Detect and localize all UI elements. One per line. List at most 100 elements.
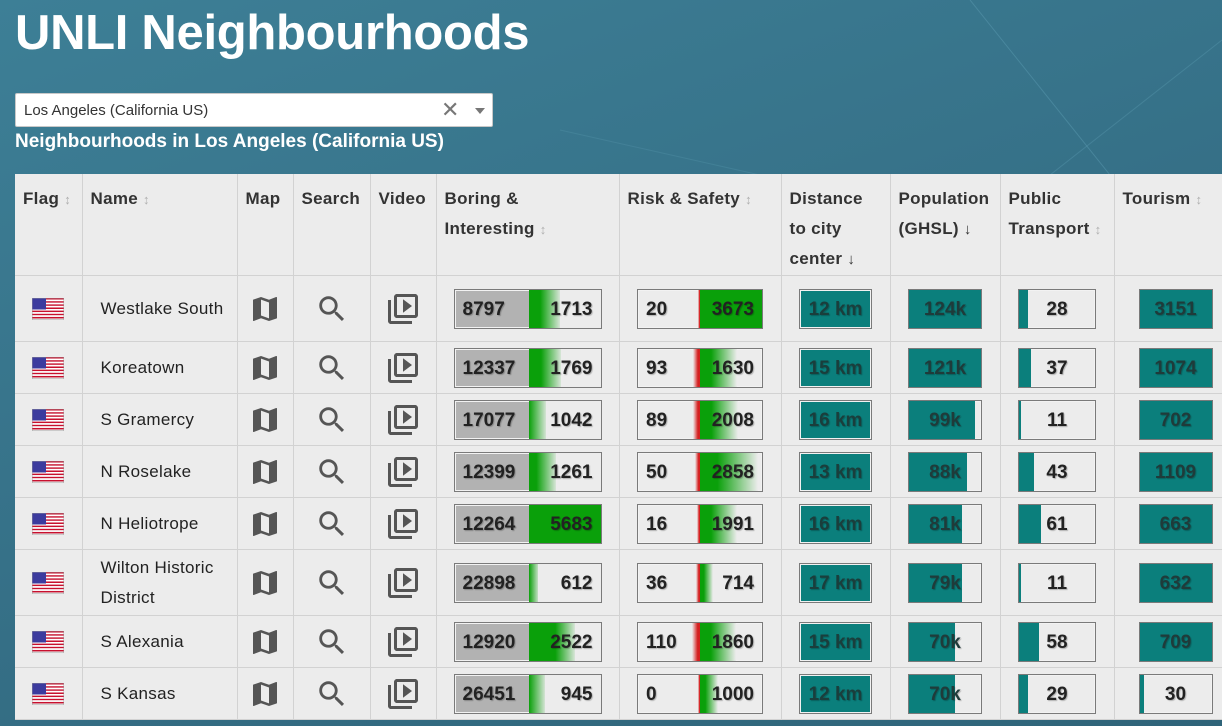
map-cell[interactable]	[237, 549, 294, 616]
table-row[interactable]: Wilton Historic District 22898 612 36 714 17 …	[15, 549, 1222, 616]
map-icon[interactable]	[249, 678, 281, 710]
map-icon[interactable]	[249, 508, 281, 540]
search-cell[interactable]	[293, 615, 371, 668]
column-header[interactable]: Search	[293, 174, 371, 276]
table-row[interactable]: N Roselake 12399 1261 50 2858 13 km 88k 43 1109	[15, 445, 1222, 498]
transport-cell: 43	[1000, 445, 1115, 498]
safety-value: 714	[722, 572, 754, 594]
map-icon[interactable]	[249, 567, 281, 599]
transport-value: 37	[1046, 357, 1068, 379]
table-row[interactable]: S Alexania 12920 2522 110 1860 15 km 70k 58 709	[15, 615, 1222, 668]
video-cell[interactable]	[370, 445, 437, 498]
column-header[interactable]: Population (GHSL) ↓	[890, 174, 1001, 276]
sort-icon[interactable]: ↕	[64, 192, 71, 207]
search-icon[interactable]	[315, 677, 349, 711]
column-header[interactable]: Distance to city center ↓	[781, 174, 891, 276]
search-icon[interactable]	[315, 351, 349, 385]
search-cell[interactable]	[293, 549, 371, 616]
risk-safety-bar: 50 2858	[637, 451, 763, 492]
map-cell[interactable]	[237, 497, 294, 550]
video-cell[interactable]	[370, 497, 437, 550]
video-library-icon[interactable]	[385, 676, 421, 712]
map-icon[interactable]	[249, 352, 281, 384]
map-cell[interactable]	[237, 275, 294, 342]
video-cell[interactable]	[370, 275, 437, 342]
search-cell[interactable]	[293, 341, 371, 394]
video-cell[interactable]	[370, 549, 437, 616]
search-icon[interactable]	[315, 566, 349, 600]
city-select[interactable]: Los Angeles (California US) ✕	[15, 93, 493, 127]
video-library-icon[interactable]	[385, 565, 421, 601]
video-cell[interactable]	[370, 615, 437, 668]
map-icon[interactable]	[249, 626, 281, 658]
table-row[interactable]: Westlake South 8797 1713 20 3673 12 km 124k 28 3…	[15, 275, 1222, 342]
sort-icon[interactable]: ↕	[143, 192, 150, 207]
column-header[interactable]: Flag ↕	[15, 174, 83, 276]
video-library-icon[interactable]	[385, 624, 421, 660]
population-cell: 70k	[890, 615, 1001, 668]
search-icon[interactable]	[315, 455, 349, 489]
population-bar: 81k	[908, 503, 982, 544]
map-cell[interactable]	[237, 341, 294, 394]
sort-icon[interactable]: ↕	[1195, 192, 1202, 207]
column-header[interactable]: Tourism ↕	[1114, 174, 1222, 276]
column-header[interactable]: Boring & Interesting ↕	[436, 174, 620, 276]
search-cell[interactable]	[293, 667, 371, 720]
risk-safety-cell: 50 2858	[619, 445, 782, 498]
column-header[interactable]: Map	[237, 174, 294, 276]
transport-cell: 11	[1000, 549, 1115, 616]
column-header[interactable]: Video	[370, 174, 437, 276]
column-header[interactable]: Name ↕	[82, 174, 238, 276]
video-library-icon[interactable]	[385, 506, 421, 542]
video-library-icon[interactable]	[385, 402, 421, 438]
search-cell[interactable]	[293, 445, 371, 498]
boring-interesting-cell: 12264 5683	[436, 497, 620, 550]
search-cell[interactable]	[293, 497, 371, 550]
video-cell[interactable]	[370, 341, 437, 394]
population-cell: 124k	[890, 275, 1001, 342]
boring-interesting-cell: 8797 1713	[436, 275, 620, 342]
map-cell[interactable]	[237, 667, 294, 720]
video-library-icon[interactable]	[385, 291, 421, 327]
population-bar: 99k	[908, 399, 982, 440]
us-flag-icon	[32, 512, 65, 535]
map-icon[interactable]	[249, 293, 281, 325]
risk-safety-cell: 93 1630	[619, 341, 782, 394]
video-cell[interactable]	[370, 667, 437, 720]
search-cell[interactable]	[293, 393, 371, 446]
sort-icon[interactable]: ↓	[964, 221, 972, 238]
map-cell[interactable]	[237, 445, 294, 498]
search-icon[interactable]	[315, 625, 349, 659]
search-icon[interactable]	[315, 403, 349, 437]
clear-icon[interactable]: ✕	[441, 99, 459, 121]
column-header[interactable]: Public Transport ↕	[1000, 174, 1115, 276]
flag-cell	[15, 667, 83, 720]
table-row[interactable]: N Heliotrope 12264 5683 16 1991 16 km 81k 61 663	[15, 497, 1222, 550]
table-row[interactable]: Koreatown 12337 1769 93 1630 15 km 121k 37 1074	[15, 341, 1222, 394]
neighbourhood-name: N Roselake	[82, 445, 238, 498]
sort-icon[interactable]: ↓	[847, 251, 855, 268]
table-row[interactable]: S Gramercy 17077 1042 89 2008 16 km 99k 11 702	[15, 393, 1222, 446]
neighbourhood-name: N Heliotrope	[82, 497, 238, 550]
video-cell[interactable]	[370, 393, 437, 446]
table-row[interactable]: S Kansas 26451 945 0 1000 12 km 70k 29 30	[15, 667, 1222, 720]
map-cell[interactable]	[237, 393, 294, 446]
risk-safety-bar: 0 1000	[637, 673, 763, 714]
boring-value: 22898	[462, 572, 516, 594]
search-icon[interactable]	[315, 507, 349, 541]
column-header[interactable]: Risk & Safety ↕	[619, 174, 782, 276]
population-bar: 70k	[908, 673, 982, 714]
map-cell[interactable]	[237, 615, 294, 668]
map-icon[interactable]	[249, 456, 281, 488]
search-cell[interactable]	[293, 275, 371, 342]
column-header-label: Name	[90, 189, 139, 208]
search-icon[interactable]	[315, 292, 349, 326]
sort-icon[interactable]: ↕	[540, 222, 547, 237]
map-icon[interactable]	[249, 404, 281, 436]
video-library-icon[interactable]	[385, 350, 421, 386]
video-library-icon[interactable]	[385, 454, 421, 490]
sort-icon[interactable]: ↕	[1095, 222, 1102, 237]
sort-icon[interactable]: ↕	[745, 192, 752, 207]
chevron-down-icon[interactable]	[475, 108, 485, 114]
risk-value: 20	[646, 298, 668, 320]
